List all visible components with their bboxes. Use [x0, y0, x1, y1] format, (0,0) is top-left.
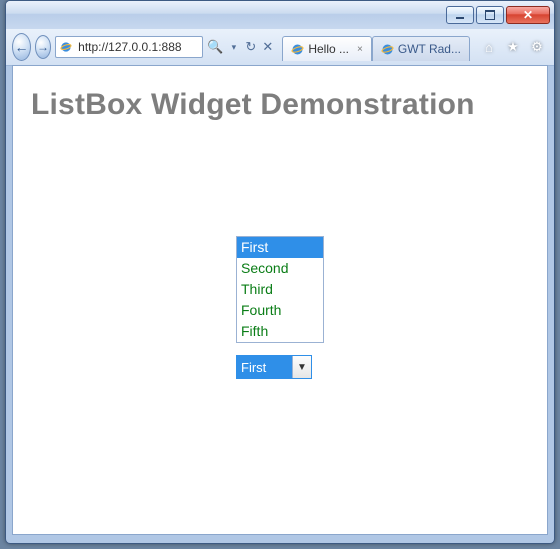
listbox-widget[interactable]: First Second Third Fourth Fifth	[236, 236, 324, 343]
listbox-option[interactable]: Fifth	[237, 321, 323, 342]
listbox-option[interactable]: First	[237, 237, 323, 258]
back-icon: ←	[14, 39, 28, 55]
close-icon: ✕	[523, 9, 533, 21]
minimize-icon	[456, 17, 464, 19]
refresh-icon: ↻	[245, 39, 256, 55]
ie-logo-icon	[291, 43, 304, 56]
ie-logo-icon	[381, 43, 394, 56]
window-minimize-button[interactable]	[446, 6, 474, 24]
page-content: ListBox Widget Demonstration First Secon…	[12, 65, 548, 535]
home-icon: ⌂	[485, 40, 493, 55]
dropdown-selected-value: First	[237, 356, 292, 378]
chevron-down-icon: ▼	[297, 362, 307, 373]
maximize-icon	[485, 10, 495, 20]
dropdown-arrow-button[interactable]: ▼	[292, 356, 311, 378]
gear-icon: ⚙	[531, 39, 543, 55]
listbox-option[interactable]: Third	[237, 279, 323, 300]
tab-label: Hello ...	[308, 42, 349, 56]
dropdown-widget[interactable]: First ▼	[236, 355, 312, 379]
forward-icon: →	[37, 40, 49, 54]
refresh-button[interactable]: ↻	[244, 37, 257, 57]
search-icon: 🔍	[207, 39, 223, 55]
tab-strip: Hello ... × GWT Rad...	[282, 33, 470, 61]
window-maximize-button[interactable]	[476, 6, 504, 24]
browser-toolbar: ← → 🔍 ▾ ↻ ✕ Hello ... × GWT Rad... ⌂ ★	[6, 29, 554, 66]
star-icon: ★	[507, 39, 519, 55]
window-titlebar: ✕	[6, 1, 554, 29]
browser-window: ✕ ← → 🔍 ▾ ↻ ✕ Hello ... × GWT Rad...	[5, 0, 555, 544]
address-bar[interactable]	[55, 36, 203, 58]
home-button[interactable]: ⌂	[478, 36, 500, 58]
nav-back-button[interactable]: ←	[12, 33, 31, 61]
ie-logo-icon	[60, 40, 72, 54]
tools-button[interactable]: ⚙	[526, 36, 548, 58]
page-title: ListBox Widget Demonstration	[31, 88, 529, 122]
stop-icon: ✕	[262, 39, 273, 55]
address-input[interactable]	[76, 39, 198, 55]
tab-active[interactable]: Hello ... ×	[282, 36, 372, 61]
tab-label: GWT Rad...	[398, 42, 461, 56]
listbox-option[interactable]: Second	[237, 258, 323, 279]
dropdown-history-button[interactable]: ▾	[227, 37, 240, 57]
window-close-button[interactable]: ✕	[506, 6, 550, 24]
demo-center: First Second Third Fourth Fifth First ▼	[236, 236, 324, 379]
tab-inactive[interactable]: GWT Rad...	[372, 36, 470, 61]
favorites-button[interactable]: ★	[502, 36, 524, 58]
nav-forward-button[interactable]: →	[35, 35, 51, 59]
toolbar-right: ⌂ ★ ⚙	[478, 36, 548, 58]
search-button[interactable]: 🔍	[207, 37, 223, 57]
stop-button[interactable]: ✕	[261, 37, 274, 57]
listbox-option[interactable]: Fourth	[237, 300, 323, 321]
tab-close-icon[interactable]: ×	[357, 44, 363, 55]
